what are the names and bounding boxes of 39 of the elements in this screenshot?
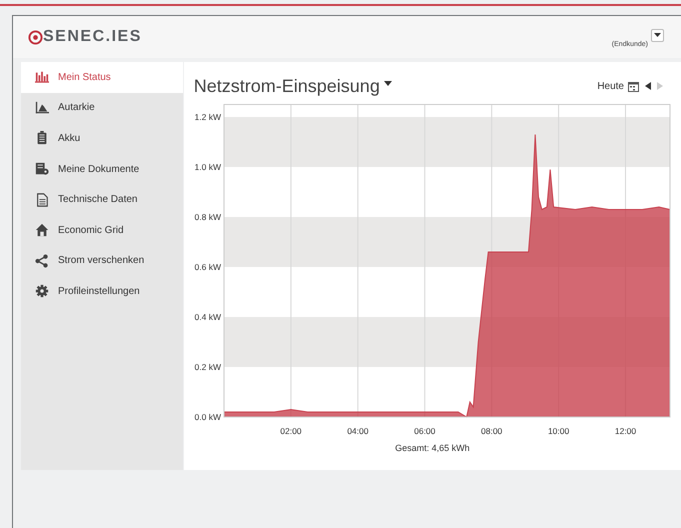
y-axis-label: 0.2 kW (194, 362, 221, 372)
caret-icon (654, 33, 661, 37)
sidebar-item[interactable]: Economic Grid (21, 214, 183, 246)
y-axis-label: 1.0 kW (194, 162, 221, 172)
calendar-icon[interactable] (628, 80, 639, 92)
logo-text: SENEC.IES (43, 28, 142, 46)
bar-chart-icon (35, 70, 49, 84)
x-axis-label: 10:00 (548, 426, 569, 436)
sidebar-item[interactable]: Profileinstellungen (21, 276, 183, 307)
area-chart-icon (35, 100, 49, 115)
sidebar-item[interactable]: Strom verschenken (21, 246, 183, 276)
y-axis-label: 0.0 kW (194, 412, 221, 422)
settings-icon (35, 284, 49, 298)
caret-icon[interactable] (384, 80, 392, 86)
x-axis-label: 02:00 (280, 426, 302, 436)
documents-icon (35, 162, 49, 176)
logo-icon (28, 30, 43, 44)
today-button[interactable]: Heute (593, 80, 628, 92)
share-icon (35, 254, 49, 268)
x-axis-label: 06:00 (414, 426, 436, 436)
x-axis-label: 08:00 (480, 426, 502, 436)
x-axis-label: 04:00 (346, 426, 368, 436)
document-icon (35, 192, 49, 207)
sidebar-item[interactable]: Mein Status (21, 62, 183, 93)
y-axis-label: 0.6 kW (194, 262, 221, 272)
total-energy: Gesamt: 4,65 kWh (395, 443, 470, 453)
battery-icon (35, 131, 49, 146)
user-menu-button[interactable] (651, 28, 664, 42)
sidebar-item[interactable]: Akku (21, 123, 183, 154)
x-axis-label: 12:00 (614, 426, 636, 436)
panel-title: Netzstrom-Einspeisung (194, 76, 380, 96)
sidebar-item[interactable]: Meine Dokumente (21, 154, 183, 184)
previous-button[interactable] (645, 82, 651, 90)
y-axis-label: 0.4 kW (194, 312, 221, 322)
house-icon (35, 223, 49, 238)
y-axis-label: 0.8 kW (194, 212, 221, 222)
sidebar-item[interactable]: Technische Daten (21, 184, 183, 215)
y-axis-label: 1.2 kW (194, 112, 221, 122)
sidebar-item[interactable]: Autarkie (21, 92, 183, 124)
